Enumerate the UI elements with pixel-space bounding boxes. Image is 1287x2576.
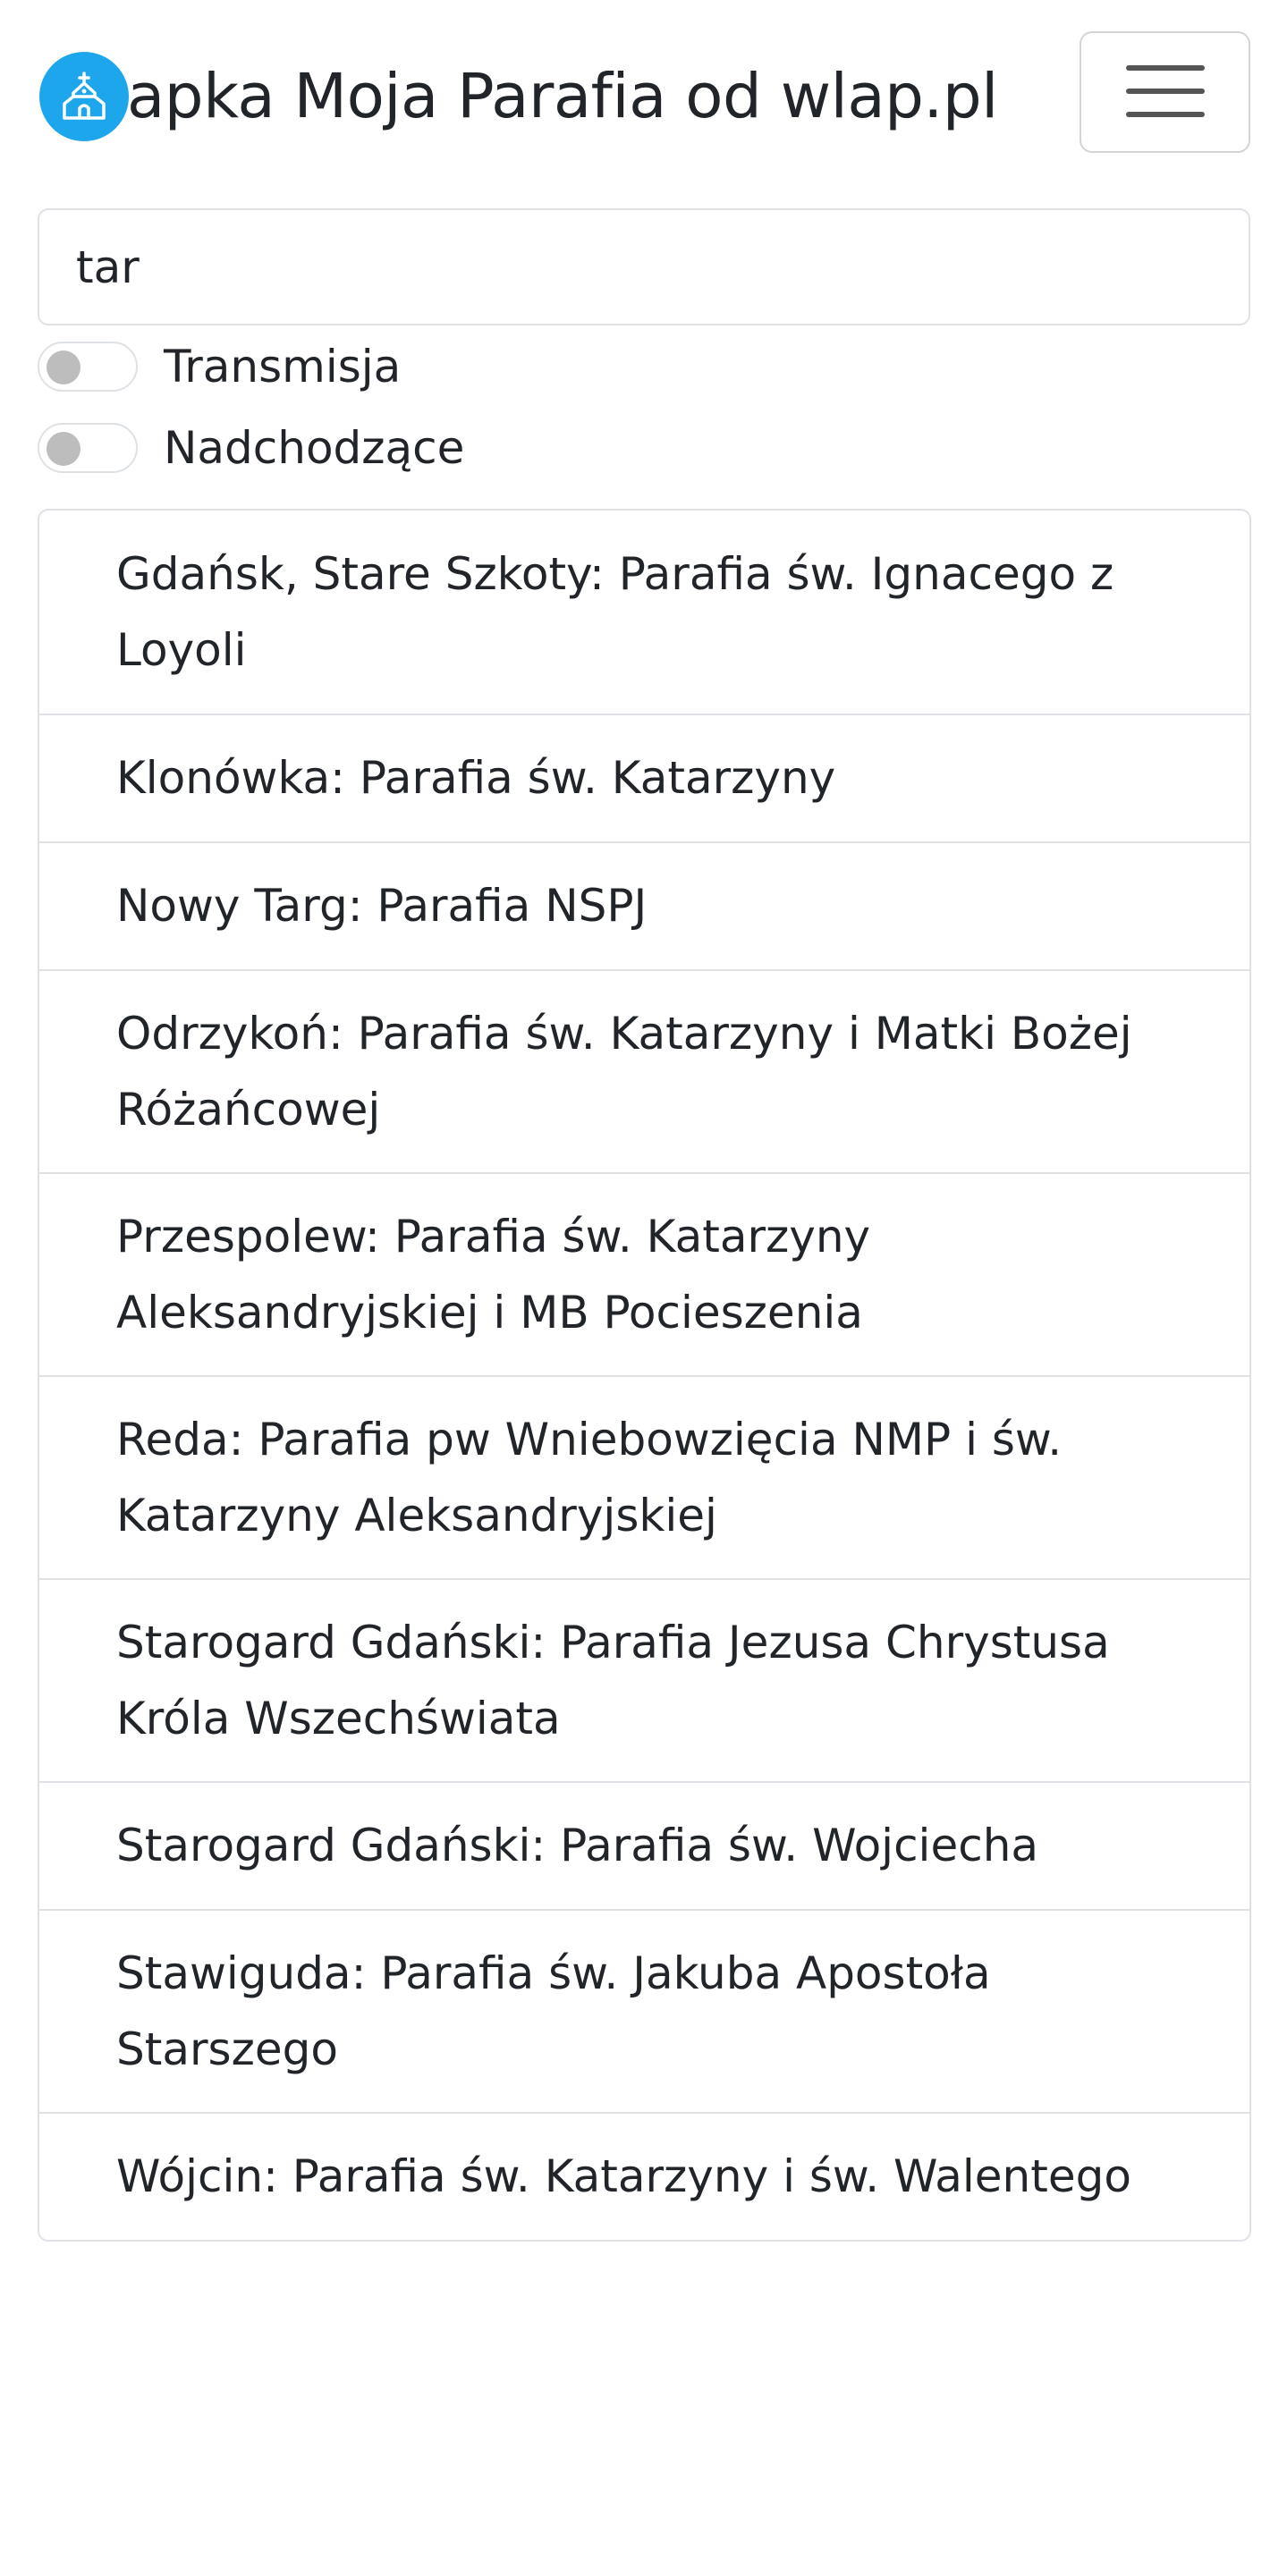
toggle-knob <box>47 351 80 384</box>
nadchodzace-toggle[interactable] <box>38 423 138 473</box>
parish-list-item[interactable]: Przespolew: Parafia św. Katarzyny Aleksa… <box>39 1172 1249 1375</box>
parish-list-item[interactable]: Starogard Gdański: Parafia św. Wojciecha <box>39 1781 1249 1909</box>
parish-list-item[interactable]: Stawiguda: Parafia św. Jakuba Apostoła S… <box>39 1909 1249 2112</box>
hamburger-menu-icon <box>1125 62 1205 123</box>
transmisja-toggle[interactable] <box>38 342 138 392</box>
parish-list-item[interactable]: Wójcin: Parafia św. Katarzyny i św. Wale… <box>39 2112 1249 2240</box>
parish-list-item[interactable]: Gdańsk, Stare Szkoty: Parafia św. Ignace… <box>39 511 1249 714</box>
parish-list: Gdańsk, Stare Szkoty: Parafia św. Ignace… <box>38 509 1251 2242</box>
church-icon <box>39 52 129 141</box>
parish-list-item[interactable]: Odrzykoń: Parafia św. Katarzyny i Matki … <box>39 969 1249 1172</box>
filter-nadchodzace: Nadchodzące <box>38 421 464 475</box>
transmisja-label: Transmisja <box>164 341 402 393</box>
parish-list-item[interactable]: Klonówka: Parafia św. Katarzyny <box>39 714 1249 841</box>
parish-list-item[interactable]: Reda: Parafia pw Wniebowzięcia NMP i św.… <box>39 1375 1249 1578</box>
filter-transmisja: Transmisja <box>38 340 401 393</box>
menu-toggle-button[interactable] <box>1080 31 1250 153</box>
toggle-knob <box>47 432 80 466</box>
nadchodzace-label: Nadchodzące <box>164 422 465 474</box>
parish-list-item[interactable]: Nowy Targ: Parafia NSPJ <box>39 841 1249 969</box>
search-input[interactable] <box>38 208 1250 325</box>
app-title: apka Moja Parafia od wlap.pl <box>127 60 998 132</box>
parish-list-item[interactable]: Starogard Gdański: Parafia Jezusa Chryst… <box>39 1578 1249 1781</box>
brand-link[interactable]: apka Moja Parafia od wlap.pl <box>39 51 998 142</box>
navbar: apka Moja Parafia od wlap.pl <box>0 0 1287 182</box>
